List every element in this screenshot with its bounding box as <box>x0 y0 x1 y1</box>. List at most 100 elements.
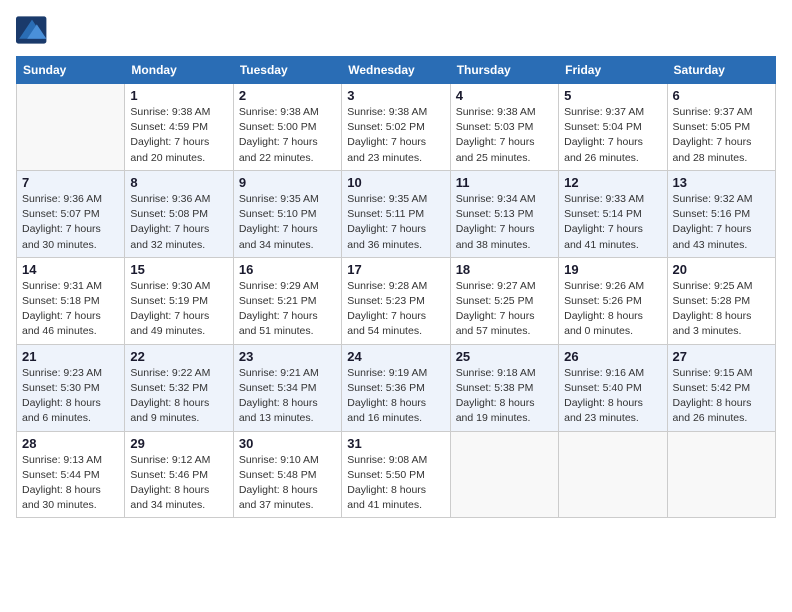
col-header-sunday: Sunday <box>17 57 125 84</box>
day-number: 26 <box>564 349 661 364</box>
day-number: 21 <box>22 349 119 364</box>
day-number: 2 <box>239 88 336 103</box>
calendar-cell: 22 Sunrise: 9:22 AM Sunset: 5:32 PM Dayli… <box>125 344 233 431</box>
day-number: 31 <box>347 436 444 451</box>
calendar-cell: 15Sunrise: 9:30 AM Sunset: 5:19 PM Dayli… <box>125 257 233 344</box>
day-number: 16 <box>239 262 336 277</box>
day-detail: Sunrise: 9:16 AM Sunset: 5:40 PM Dayligh… <box>564 366 661 427</box>
day-detail: Sunrise: 9:12 AM Sunset: 5:46 PM Dayligh… <box>130 453 227 514</box>
day-detail: Sunrise: 9:23 AM Sunset: 5:30 PM Dayligh… <box>22 366 119 427</box>
day-number: 29 <box>130 436 227 451</box>
week-row-2: 7 Sunrise: 9:36 AM Sunset: 5:07 PM Daylig… <box>17 170 776 257</box>
day-detail: Sunrise: 9:38 AM Sunset: 4:59 PM Dayligh… <box>130 105 227 166</box>
day-number: 17 <box>347 262 444 277</box>
calendar-cell: 29 Sunrise: 9:12 AM Sunset: 5:46 PM Dayli… <box>125 431 233 518</box>
calendar-cell: 31Sunrise: 9:08 AM Sunset: 5:50 PM Dayli… <box>342 431 450 518</box>
day-detail: Sunrise: 9:38 AM Sunset: 5:00 PM Dayligh… <box>239 105 336 166</box>
calendar-cell: 3 Sunrise: 9:38 AM Sunset: 5:02 PM Daylig… <box>342 84 450 171</box>
day-number: 9 <box>239 175 336 190</box>
calendar-cell: 11 Sunrise: 9:34 AM Sunset: 5:13 PM Dayli… <box>450 170 558 257</box>
day-detail: Sunrise: 9:35 AM Sunset: 5:10 PM Dayligh… <box>239 192 336 253</box>
calendar-cell <box>17 84 125 171</box>
calendar-cell: 5Sunrise: 9:37 AM Sunset: 5:04 PM Daylig… <box>559 84 667 171</box>
logo <box>16 16 52 44</box>
day-number: 24 <box>347 349 444 364</box>
calendar-cell: 7 Sunrise: 9:36 AM Sunset: 5:07 PM Daylig… <box>17 170 125 257</box>
calendar-cell: 2 Sunrise: 9:38 AM Sunset: 5:00 PM Daylig… <box>233 84 341 171</box>
day-number: 14 <box>22 262 119 277</box>
calendar-cell: 17 Sunrise: 9:28 AM Sunset: 5:23 PM Dayli… <box>342 257 450 344</box>
calendar-cell: 27 Sunrise: 9:15 AM Sunset: 5:42 PM Dayli… <box>667 344 775 431</box>
day-detail: Sunrise: 9:37 AM Sunset: 5:05 PM Dayligh… <box>673 105 770 166</box>
calendar-cell: 10 Sunrise: 9:35 AM Sunset: 5:11 PM Dayli… <box>342 170 450 257</box>
calendar-cell: 23 Sunrise: 9:21 AM Sunset: 5:34 PM Dayli… <box>233 344 341 431</box>
calendar-cell: 14 Sunrise: 9:31 AM Sunset: 5:18 PM Dayli… <box>17 257 125 344</box>
calendar-table: SundayMondayTuesdayWednesdayThursdayFrid… <box>16 56 776 518</box>
week-row-5: 28Sunrise: 9:13 AM Sunset: 5:44 PM Dayli… <box>17 431 776 518</box>
day-number: 5 <box>564 88 661 103</box>
calendar-cell: 9 Sunrise: 9:35 AM Sunset: 5:10 PM Daylig… <box>233 170 341 257</box>
calendar-cell: 19 Sunrise: 9:26 AM Sunset: 5:26 PM Dayli… <box>559 257 667 344</box>
col-header-friday: Friday <box>559 57 667 84</box>
day-number: 30 <box>239 436 336 451</box>
day-detail: Sunrise: 9:36 AM Sunset: 5:08 PM Dayligh… <box>130 192 227 253</box>
day-detail: Sunrise: 9:32 AM Sunset: 5:16 PM Dayligh… <box>673 192 770 253</box>
calendar-cell: 20 Sunrise: 9:25 AM Sunset: 5:28 PM Dayli… <box>667 257 775 344</box>
day-detail: Sunrise: 9:26 AM Sunset: 5:26 PM Dayligh… <box>564 279 661 340</box>
day-detail: Sunrise: 9:36 AM Sunset: 5:07 PM Dayligh… <box>22 192 119 253</box>
day-detail: Sunrise: 9:25 AM Sunset: 5:28 PM Dayligh… <box>673 279 770 340</box>
day-detail: Sunrise: 9:27 AM Sunset: 5:25 PM Dayligh… <box>456 279 553 340</box>
calendar-cell: 24 Sunrise: 9:19 AM Sunset: 5:36 PM Dayli… <box>342 344 450 431</box>
calendar-cell: 18 Sunrise: 9:27 AM Sunset: 5:25 PM Dayli… <box>450 257 558 344</box>
day-number: 19 <box>564 262 661 277</box>
calendar-cell <box>559 431 667 518</box>
header-row: SundayMondayTuesdayWednesdayThursdayFrid… <box>17 57 776 84</box>
day-detail: Sunrise: 9:33 AM Sunset: 5:14 PM Dayligh… <box>564 192 661 253</box>
col-header-thursday: Thursday <box>450 57 558 84</box>
col-header-tuesday: Tuesday <box>233 57 341 84</box>
day-number: 7 <box>22 175 119 190</box>
day-detail: Sunrise: 9:15 AM Sunset: 5:42 PM Dayligh… <box>673 366 770 427</box>
day-number: 23 <box>239 349 336 364</box>
day-number: 1 <box>130 88 227 103</box>
day-detail: Sunrise: 9:35 AM Sunset: 5:11 PM Dayligh… <box>347 192 444 253</box>
col-header-monday: Monday <box>125 57 233 84</box>
day-number: 27 <box>673 349 770 364</box>
day-detail: Sunrise: 9:30 AM Sunset: 5:19 PM Dayligh… <box>130 279 227 340</box>
week-row-3: 14 Sunrise: 9:31 AM Sunset: 5:18 PM Dayli… <box>17 257 776 344</box>
day-number: 6 <box>673 88 770 103</box>
day-number: 28 <box>22 436 119 451</box>
day-detail: Sunrise: 9:22 AM Sunset: 5:32 PM Dayligh… <box>130 366 227 427</box>
day-number: 8 <box>130 175 227 190</box>
calendar-cell: 26 Sunrise: 9:16 AM Sunset: 5:40 PM Dayli… <box>559 344 667 431</box>
day-detail: Sunrise: 9:21 AM Sunset: 5:34 PM Dayligh… <box>239 366 336 427</box>
day-number: 11 <box>456 175 553 190</box>
day-detail: Sunrise: 9:38 AM Sunset: 5:02 PM Dayligh… <box>347 105 444 166</box>
col-header-saturday: Saturday <box>667 57 775 84</box>
day-number: 25 <box>456 349 553 364</box>
day-detail: Sunrise: 9:10 AM Sunset: 5:48 PM Dayligh… <box>239 453 336 514</box>
calendar-cell: 12Sunrise: 9:33 AM Sunset: 5:14 PM Dayli… <box>559 170 667 257</box>
day-number: 10 <box>347 175 444 190</box>
day-detail: Sunrise: 9:19 AM Sunset: 5:36 PM Dayligh… <box>347 366 444 427</box>
day-detail: Sunrise: 9:28 AM Sunset: 5:23 PM Dayligh… <box>347 279 444 340</box>
col-header-wednesday: Wednesday <box>342 57 450 84</box>
day-number: 22 <box>130 349 227 364</box>
day-number: 18 <box>456 262 553 277</box>
day-detail: Sunrise: 9:18 AM Sunset: 5:38 PM Dayligh… <box>456 366 553 427</box>
day-detail: Sunrise: 9:34 AM Sunset: 5:13 PM Dayligh… <box>456 192 553 253</box>
day-number: 13 <box>673 175 770 190</box>
calendar-cell <box>450 431 558 518</box>
logo-icon <box>16 16 48 44</box>
calendar-cell <box>667 431 775 518</box>
calendar-cell: 13 Sunrise: 9:32 AM Sunset: 5:16 PM Dayli… <box>667 170 775 257</box>
day-number: 3 <box>347 88 444 103</box>
day-number: 20 <box>673 262 770 277</box>
calendar-cell: 16 Sunrise: 9:29 AM Sunset: 5:21 PM Dayli… <box>233 257 341 344</box>
calendar-cell: 1 Sunrise: 9:38 AM Sunset: 4:59 PM Daylig… <box>125 84 233 171</box>
day-detail: Sunrise: 9:31 AM Sunset: 5:18 PM Dayligh… <box>22 279 119 340</box>
day-detail: Sunrise: 9:29 AM Sunset: 5:21 PM Dayligh… <box>239 279 336 340</box>
calendar-cell: 4Sunrise: 9:38 AM Sunset: 5:03 PM Daylig… <box>450 84 558 171</box>
calendar-cell: 6 Sunrise: 9:37 AM Sunset: 5:05 PM Daylig… <box>667 84 775 171</box>
week-row-4: 21 Sunrise: 9:23 AM Sunset: 5:30 PM Dayli… <box>17 344 776 431</box>
